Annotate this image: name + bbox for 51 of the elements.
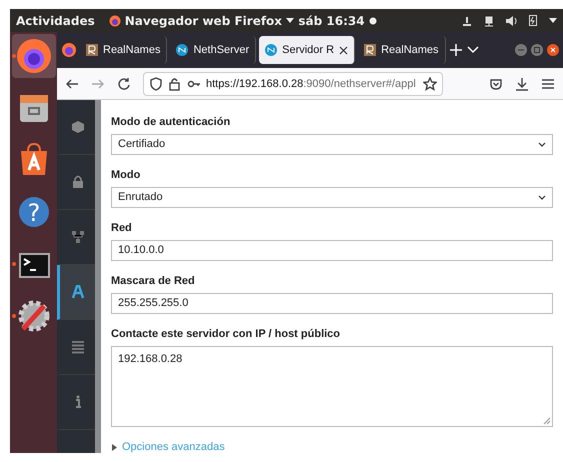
field-label: Mascara de Red xyxy=(111,274,196,287)
close-icon[interactable] xyxy=(547,44,559,56)
list-icon xyxy=(70,340,84,354)
minimize-icon[interactable] xyxy=(515,44,527,56)
cube-icon xyxy=(70,120,84,134)
clock[interactable]: sáb 16:34 xyxy=(298,14,365,28)
expand-icon xyxy=(111,442,118,452)
n-logo-icon xyxy=(265,44,278,56)
notification-dot-icon xyxy=(368,16,377,24)
url-text[interactable]: https://192.168.0.28:9090/nethserver#/appl xyxy=(206,78,416,90)
app-menu[interactable]: Navegador web Firefox xyxy=(108,14,294,28)
volume-icon[interactable] xyxy=(504,14,517,26)
firefox-icon[interactable] xyxy=(61,42,77,58)
browser-tab[interactable]: NethServer xyxy=(170,36,256,64)
battery-icon[interactable] xyxy=(526,14,539,27)
shield-icon[interactable] xyxy=(149,76,163,90)
field-label: Modo de autenticación xyxy=(111,116,232,128)
back-icon[interactable] xyxy=(65,76,79,90)
menu-icon[interactable] xyxy=(541,76,555,90)
input-field[interactable]: 10.10.0.0 xyxy=(111,240,553,261)
browser-tab[interactable]: Servidor R xyxy=(259,36,356,64)
new-tab-icon[interactable] xyxy=(448,43,463,57)
field-label: Modo xyxy=(111,168,142,181)
download-icon[interactable] xyxy=(515,76,529,90)
field-label: Red xyxy=(111,222,133,234)
chevron-down-icon xyxy=(538,194,546,201)
input-field[interactable]: 255.255.255.0 xyxy=(111,292,553,314)
road-icon xyxy=(70,285,84,299)
address-bar[interactable]: https://192.168.0.28:9090/nethserver#/appl xyxy=(143,72,443,96)
nav-item[interactable] xyxy=(57,265,95,320)
chevron-down-icon xyxy=(538,140,546,148)
select-field[interactable]: Certifiado xyxy=(111,134,553,155)
maximize-icon[interactable] xyxy=(531,44,543,56)
close-icon[interactable] xyxy=(339,46,348,54)
pocket-icon[interactable] xyxy=(489,76,503,90)
caret-icon[interactable] xyxy=(548,17,557,24)
caret-icon xyxy=(286,17,294,24)
field-label: Contacte este servidor con IP / host público xyxy=(111,328,342,340)
lock-icon xyxy=(70,175,84,189)
firefox-icon xyxy=(108,14,121,26)
reload-icon[interactable] xyxy=(117,76,131,90)
text-area[interactable]: 192.168.0.28 xyxy=(111,346,553,427)
select-field[interactable]: Enrutado xyxy=(111,186,553,208)
activities-button[interactable]: Actividades xyxy=(16,14,95,28)
browser-tab[interactable]: RealNames xyxy=(358,36,446,64)
n-logo-icon xyxy=(176,44,188,56)
bookmark-star-icon[interactable] xyxy=(423,76,437,90)
browser-tab[interactable]: RealNames xyxy=(80,36,168,64)
r-logo-icon xyxy=(364,44,376,56)
resize-grip-icon xyxy=(542,416,551,425)
r-logo-icon xyxy=(86,44,98,56)
